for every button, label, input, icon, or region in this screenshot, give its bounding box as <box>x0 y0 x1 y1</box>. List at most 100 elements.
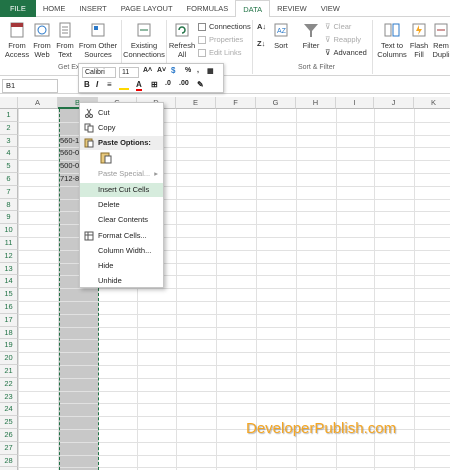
row-header-6[interactable]: 6 <box>0 173 18 186</box>
grow-font-icon[interactable]: A˄ <box>143 67 152 74</box>
bold-button[interactable]: B <box>84 80 90 89</box>
fill-color-icon[interactable] <box>119 81 129 90</box>
row-header-12[interactable]: 12 <box>0 249 18 263</box>
row-header-24[interactable]: 24 <box>0 403 18 417</box>
row-header-8[interactable]: 8 <box>0 198 18 212</box>
borders-icon[interactable]: ⊞ <box>151 80 158 89</box>
row-header-13[interactable]: 13 <box>0 262 18 276</box>
flash-fill-button[interactable]: Flash Fill <box>410 21 428 59</box>
reapply-label: Reapply <box>333 35 362 44</box>
row-header-14[interactable]: 14 <box>0 275 18 289</box>
ttc-label-1: Text to <box>380 41 404 50</box>
row-header-28[interactable]: 28 <box>0 454 18 468</box>
from-access-button[interactable]: From Access <box>4 21 30 59</box>
grid-horizontal-line <box>18 301 450 302</box>
reapply-button[interactable]: ⊽ Reapply <box>325 35 361 44</box>
font-size-box[interactable]: 11 <box>119 67 139 78</box>
row-header-27[interactable]: 27 <box>0 441 18 455</box>
menu-item-copy[interactable]: Copy <box>80 121 163 135</box>
row-header-17[interactable]: 17 <box>0 313 18 327</box>
tab-review[interactable]: REVIEW <box>270 0 314 17</box>
from-web-button[interactable]: From Web <box>32 21 52 59</box>
sort-button[interactable]: AZ Sort <box>271 21 291 50</box>
row-header-23[interactable]: 23 <box>0 390 18 404</box>
row-header-2[interactable]: 2 <box>0 121 18 135</box>
tab-page-layout[interactable]: PAGE LAYOUT <box>114 0 180 17</box>
row-header-10[interactable]: 10 <box>0 224 18 237</box>
row-header-9[interactable]: 9 <box>0 211 18 225</box>
properties-button[interactable]: Properties <box>198 35 243 44</box>
font-name-box[interactable]: Calibri <box>82 67 116 78</box>
reapply-icon: ⊽ <box>325 35 331 44</box>
row-header-22[interactable]: 22 <box>0 377 18 391</box>
from-other-sources-button[interactable]: From Other Sources <box>78 21 118 59</box>
menu-item-paste-special[interactable]: Paste Special... ▸ <box>80 167 163 181</box>
column-header-k[interactable]: K <box>414 97 450 109</box>
spreadsheet-grid[interactable]: ABCDEFGHIJK12345678910111213141516171819… <box>0 97 450 470</box>
advanced-filter-button[interactable]: ⊽ Advanced <box>325 48 367 57</box>
menu-item-clear-contents[interactable]: Clear Contents <box>80 213 163 227</box>
paste-button[interactable] <box>100 152 112 164</box>
remove-duplicates-button[interactable]: Rem Dupli <box>432 21 450 59</box>
column-header-h[interactable]: H <box>296 97 336 109</box>
shrink-font-icon[interactable]: A˅ <box>157 67 166 74</box>
row-header-7[interactable]: 7 <box>0 185 18 199</box>
tab-data[interactable]: DATA <box>235 0 271 18</box>
number-format-icon[interactable]: $ <box>171 66 175 75</box>
column-header-j[interactable]: J <box>374 97 414 109</box>
column-header-i[interactable]: I <box>336 97 374 109</box>
tab-file[interactable]: FILE <box>0 0 36 17</box>
sort-descending-button[interactable]: Z↓ <box>257 39 265 48</box>
edit-links-button[interactable]: Edit Links <box>198 48 242 57</box>
refresh-all-button[interactable]: Refresh All <box>168 21 196 59</box>
menu-cut-label: Cut <box>98 108 110 117</box>
row-header-16[interactable]: 16 <box>0 301 18 314</box>
align-center-icon[interactable]: ≡ <box>107 80 112 89</box>
menu-item-cut[interactable]: Cut <box>80 106 163 120</box>
connections-button[interactable]: Connections <box>198 22 251 31</box>
clear-filter-button[interactable]: ⊽ Clear <box>325 22 351 31</box>
tab-insert[interactable]: INSERT <box>72 0 113 17</box>
format-painter-icon[interactable]: ✎ <box>197 80 204 89</box>
row-header-15[interactable]: 15 <box>0 288 18 301</box>
column-header-e[interactable]: E <box>176 97 216 109</box>
column-header-f[interactable]: F <box>216 97 256 109</box>
menu-item-insert-cut-cells[interactable]: Insert Cut Cells <box>80 183 163 197</box>
row-header-1[interactable]: 1 <box>0 109 18 122</box>
format-painter-grid-icon[interactable]: ▦ <box>207 67 214 75</box>
name-box[interactable]: B1 <box>2 79 58 93</box>
comma-style-icon[interactable]: , <box>197 67 199 74</box>
tab-home[interactable]: HOME <box>36 0 73 17</box>
text-to-columns-button[interactable]: Text to Columns <box>376 21 408 59</box>
column-header-g[interactable]: G <box>256 97 296 109</box>
row-header-20[interactable]: 20 <box>0 352 18 365</box>
row-header-21[interactable]: 21 <box>0 365 18 378</box>
existing-label-2: Connections <box>123 50 165 59</box>
row-header-25[interactable]: 25 <box>0 416 18 429</box>
menu-item-hide[interactable]: Hide <box>80 259 163 273</box>
percent-icon[interactable]: % <box>185 67 191 74</box>
decrease-decimal-icon[interactable]: .00 <box>179 80 189 87</box>
column-header-a[interactable]: A <box>18 97 58 109</box>
menu-item-column-width[interactable]: Column Width... <box>80 244 163 258</box>
increase-decimal-icon[interactable]: .0 <box>165 80 171 87</box>
row-header-11[interactable]: 11 <box>0 237 18 250</box>
font-color-icon[interactable]: A <box>136 80 142 91</box>
row-header-19[interactable]: 19 <box>0 339 18 353</box>
filter-button[interactable]: Filter <box>300 21 322 50</box>
row-header-18[interactable]: 18 <box>0 326 18 340</box>
tab-view[interactable]: VIEW <box>314 0 347 17</box>
tab-formulas[interactable]: FORMULAS <box>180 0 236 17</box>
sort-ascending-button[interactable]: A↓ <box>257 22 266 31</box>
italic-button[interactable]: I <box>96 80 98 89</box>
menu-item-unhide[interactable]: Unhide <box>80 274 163 288</box>
existing-connections-button[interactable]: Existing Connections <box>123 21 165 59</box>
menu-item-format-cells[interactable]: Format Cells... <box>80 229 163 243</box>
row-header-5[interactable]: 5 <box>0 160 18 173</box>
row-header-4[interactable]: 4 <box>0 147 18 161</box>
row-header-26[interactable]: 26 <box>0 429 18 442</box>
select-all-corner[interactable] <box>0 97 18 109</box>
row-header-3[interactable]: 3 <box>0 134 18 148</box>
menu-item-delete[interactable]: Delete <box>80 198 163 212</box>
from-text-button[interactable]: From Text <box>55 21 75 59</box>
